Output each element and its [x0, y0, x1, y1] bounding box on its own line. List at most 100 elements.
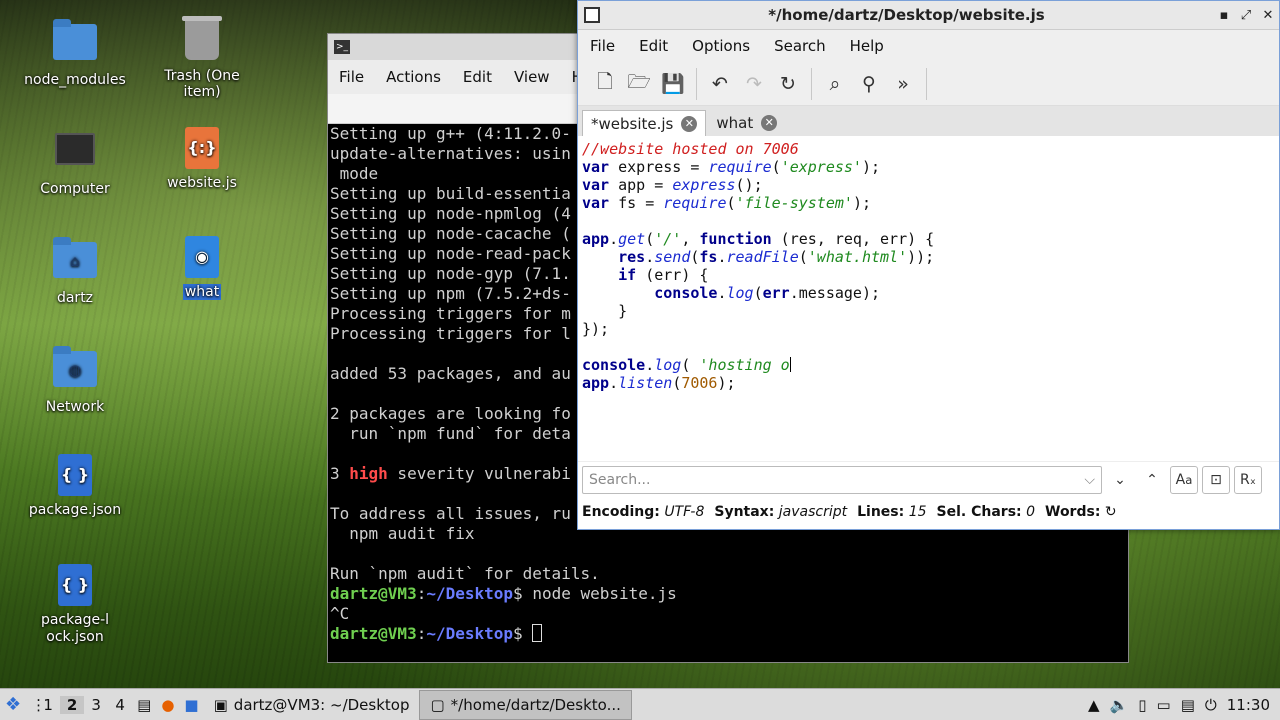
clock[interactable]: 11:30 [1222, 689, 1280, 720]
text-cursor [789, 357, 791, 372]
terminal-line: 3 high severity vulnerabi [330, 464, 571, 483]
menu-file[interactable]: File [578, 37, 627, 55]
power-icon[interactable]: ⏻ [1200, 689, 1222, 720]
terminal-line: Setting up build-essentia [330, 184, 571, 203]
menu-help[interactable]: Help [838, 37, 896, 55]
find-next-icon[interactable]: ⌄ [1106, 466, 1134, 494]
save-icon[interactable]: 💾 [656, 67, 690, 101]
desktop-icon-trash[interactable]: Trash (One item) [147, 16, 257, 100]
tab-what[interactable]: what ✕ [708, 110, 785, 136]
find-previous-icon[interactable]: ⌃ [1138, 466, 1166, 494]
match-case-icon[interactable]: Aa [1170, 465, 1198, 494]
maximize-button[interactable]: ⤢ [1235, 8, 1257, 23]
find-replace-icon[interactable]: ⚲ [852, 67, 886, 101]
terminal-line: Setting up npm (7.5.2+ds- [330, 284, 571, 303]
file-manager-icon[interactable]: ▤ [132, 689, 156, 720]
search-placeholder: Search... [589, 471, 651, 488]
close-button[interactable]: ✕ [1257, 8, 1279, 23]
clipboard-icon[interactable]: ▯ [1133, 689, 1151, 720]
whole-word-icon[interactable]: ⊡ [1202, 465, 1230, 494]
folder-icon [53, 19, 97, 60]
show-desktop-icon[interactable]: ■ [179, 689, 203, 720]
desktop-icon-website-js[interactable]: {:} website.js [147, 127, 257, 191]
workspace-1[interactable]: 1 [36, 696, 60, 714]
code-comment: //website hosted on 7006 [582, 140, 799, 158]
new-file-icon[interactable]: 🗋 [588, 67, 622, 101]
icon-label: website.js [167, 175, 237, 191]
menu-options[interactable]: Options [680, 37, 762, 55]
editor-window[interactable]: */home/dartz/Desktop/website.js ▪ ⤢ ✕ Fi… [577, 0, 1280, 530]
lines-value: 15 [908, 504, 927, 520]
task-label: dartz@VM3: ~/Desktop [233, 695, 410, 714]
minimize-button[interactable]: ▪ [1213, 8, 1235, 23]
reload-icon[interactable]: ↻ [771, 67, 805, 101]
lines-label: Lines: [857, 504, 905, 520]
desktop-icon-package-lock-json[interactable]: { } package-lock.json [20, 564, 130, 646]
menu-edit[interactable]: Edit [452, 68, 503, 86]
code-editor[interactable]: //website hosted on 7006 var express = r… [578, 136, 1279, 461]
notes-icon[interactable]: ▤ [1176, 689, 1200, 720]
terminal-command: node website.js [532, 584, 677, 603]
workspace-4[interactable]: 4 [108, 696, 132, 714]
editor-window-title: */home/dartz/Desktop/website.js [768, 6, 1045, 24]
search-bar: Search... ⌵ ⌄ ⌃ Aa ⊡ Rₓ [578, 461, 1279, 497]
desktop-icon-what[interactable]: ◉ what [147, 236, 257, 300]
menu-actions[interactable]: Actions [375, 68, 452, 86]
editor-statusbar: Encoding: UTF-8 Syntax: javascript Lines… [578, 497, 1279, 527]
json-file-icon: { } [58, 454, 92, 496]
menu-search[interactable]: Search [762, 37, 838, 55]
network-folder-icon: ◍ [53, 346, 97, 387]
terminal-line: Setting up node-gyp (7.1. [330, 264, 571, 283]
icon-label: Network [45, 399, 105, 415]
taskbar-separator: ⋮ [31, 695, 47, 714]
chevron-down-icon[interactable]: ⌵ [1084, 472, 1095, 488]
tab-website-js[interactable]: *website.js ✕ [582, 110, 707, 136]
desktop-icon-dartz[interactable]: ⌂ dartz [20, 236, 130, 306]
toolbar-separator [811, 67, 812, 100]
editor-app-icon [584, 7, 600, 23]
task-editor[interactable]: ▢ */home/dartz/Deskto... [419, 689, 632, 720]
search-input[interactable]: Search... ⌵ [582, 465, 1102, 494]
regex-icon[interactable]: Rₓ [1234, 465, 1262, 494]
desktop-icon-package-json[interactable]: { } package.json [20, 454, 130, 518]
menu-edit[interactable]: Edit [627, 37, 680, 55]
sel-chars-value: 0 [1026, 504, 1035, 520]
start-menu-icon[interactable]: ❖ [0, 689, 26, 720]
editor-toolbar: 🗋 🗁 💾 ↶ ↷ ↻ ⌕ ⚲ » [578, 62, 1279, 106]
desktop-icon-computer[interactable]: Computer [20, 127, 130, 197]
redo-icon[interactable]: ↷ [737, 67, 771, 101]
icon-label: package.json [28, 502, 122, 518]
words-label: Words: [1045, 504, 1101, 520]
icon-label: Computer [40, 181, 110, 197]
menu-view[interactable]: View [503, 68, 561, 86]
editor-titlebar[interactable]: */home/dartz/Desktop/website.js ▪ ⤢ ✕ [578, 1, 1279, 30]
workspace-2[interactable]: 2 [60, 695, 85, 714]
refresh-icon[interactable]: ↻ [1105, 504, 1117, 520]
prompt-path: ~/Desktop [426, 624, 514, 643]
close-tab-icon[interactable]: ✕ [681, 115, 698, 132]
desktop-icon-node-modules[interactable]: node_modules [20, 18, 130, 88]
icon-label: package-lock.json [40, 612, 110, 645]
terminal-icon: >_ [334, 40, 350, 54]
display-icon[interactable]: ▭ [1152, 689, 1176, 720]
tray-expand-icon[interactable]: ▲ [1083, 689, 1105, 720]
menu-file[interactable]: File [328, 68, 375, 86]
terminal-icon: ▣ [213, 695, 228, 714]
task-terminal[interactable]: ▣ dartz@VM3: ~/Desktop [204, 690, 420, 720]
more-icon[interactable]: » [886, 67, 920, 101]
find-icon[interactable]: ⌕ [818, 67, 852, 101]
open-folder-icon[interactable]: 🗁 [622, 67, 656, 101]
workspace-3[interactable]: 3 [84, 696, 108, 714]
tab-label: what [716, 114, 754, 132]
encoding-label: Encoding: [582, 504, 660, 520]
terminal-line: update-alternatives: usin [330, 144, 571, 163]
volume-icon[interactable]: 🔈 [1105, 689, 1134, 720]
desktop-icon-network[interactable]: ◍ Network [20, 345, 130, 415]
terminal-line: added 53 packages, and au [330, 364, 571, 383]
terminal-line: Setting up node-cacache ( [330, 224, 571, 243]
javascript-file-icon: {:} [185, 127, 219, 169]
undo-icon[interactable]: ↶ [703, 67, 737, 101]
editor-menubar: File Edit Options Search Help [578, 30, 1279, 62]
firefox-icon[interactable]: ● [156, 689, 179, 720]
close-tab-icon[interactable]: ✕ [761, 115, 778, 131]
